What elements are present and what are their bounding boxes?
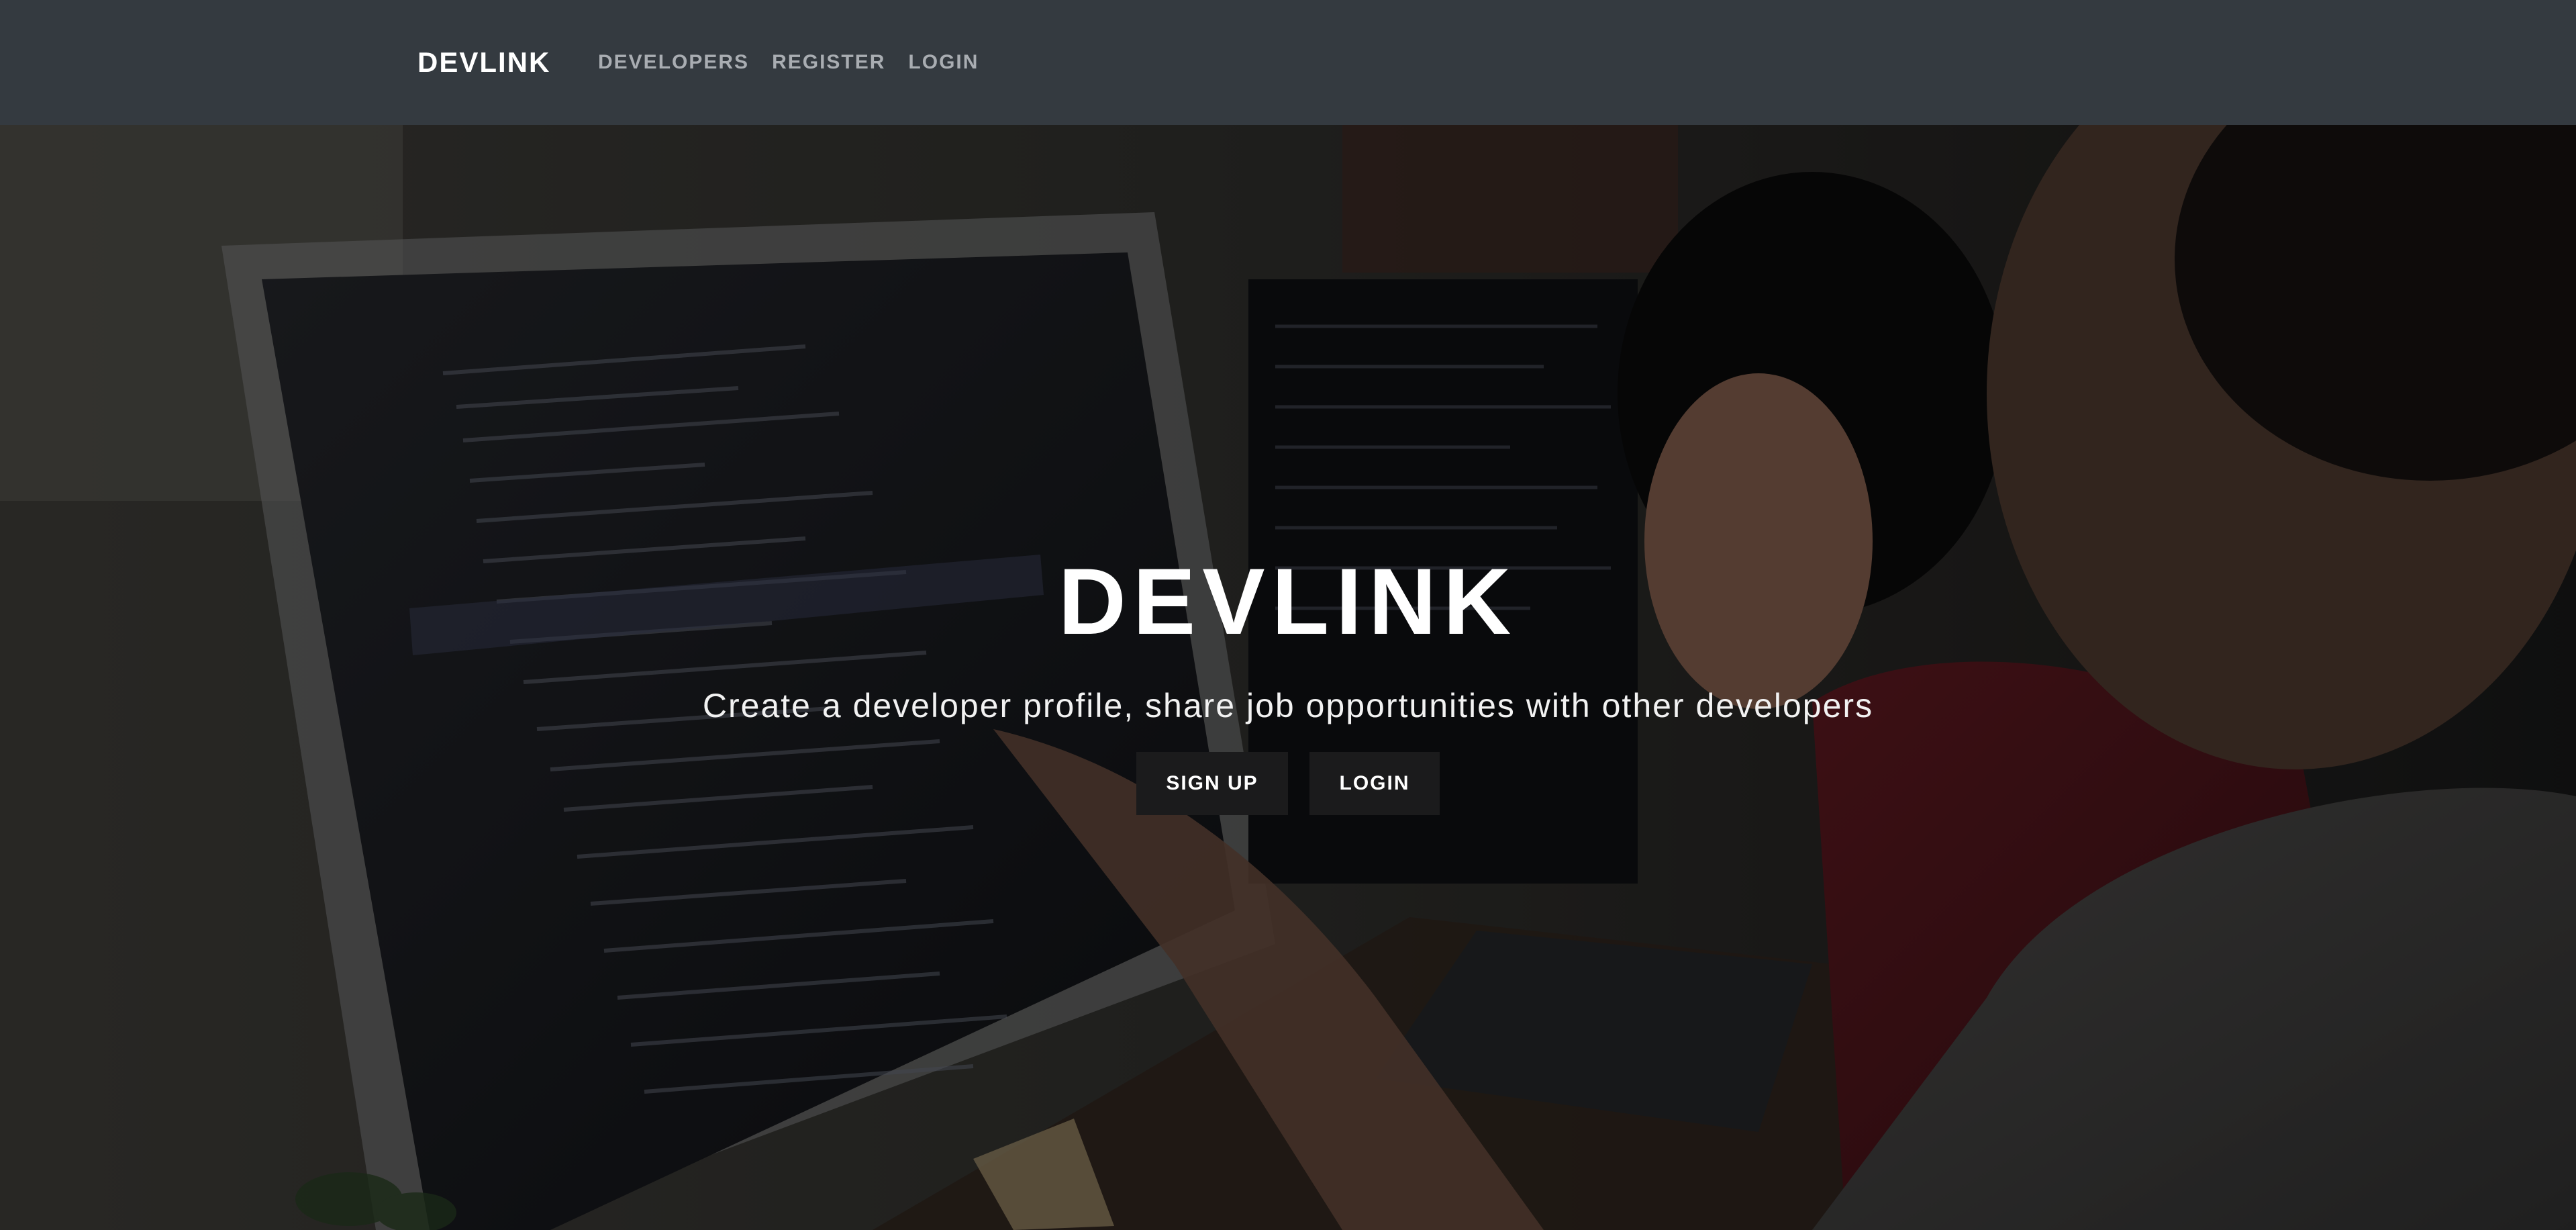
sign-up-button[interactable]: SIGN UP (1136, 752, 1288, 815)
nav-link-register[interactable]: REGISTER (772, 51, 885, 74)
hero-tagline: Create a developer profile, share job op… (702, 687, 1874, 724)
navbar: DEVLINK DEVELOPERS REGISTER LOGIN (0, 0, 2576, 125)
brand-logo-link[interactable]: DEVLINK (417, 0, 550, 125)
hero-buttons: SIGN UP LOGIN (0, 752, 2576, 815)
nav-links: DEVELOPERS REGISTER LOGIN (598, 0, 979, 125)
hero-title: DEVLINK (1058, 549, 1518, 654)
login-button[interactable]: LOGIN (1309, 752, 1440, 815)
hero-content: DEVLINK Create a developer profile, shar… (0, 125, 2576, 1230)
hero-section: DEVLINK Create a developer profile, shar… (0, 125, 2576, 1230)
nav-link-developers[interactable]: DEVELOPERS (598, 51, 749, 74)
nav-link-login[interactable]: LOGIN (908, 51, 979, 74)
